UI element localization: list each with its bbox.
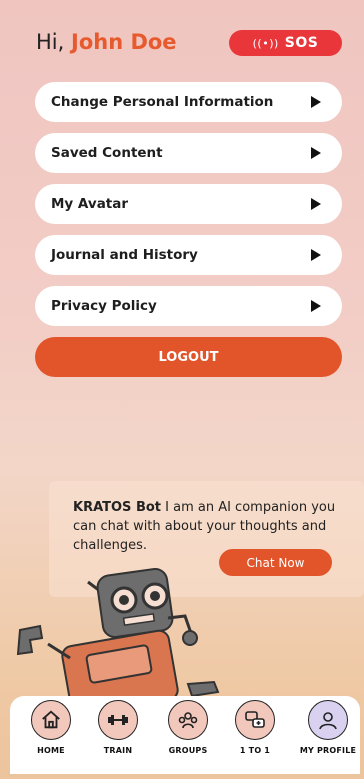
menu-item-my-avatar[interactable]: My Avatar bbox=[35, 184, 342, 224]
broadcast-icon: ((•)) bbox=[252, 36, 279, 50]
play-arrow-icon bbox=[311, 147, 321, 159]
menu-item-label: Change Personal Information bbox=[51, 94, 274, 110]
greeting-text: Hi, bbox=[36, 30, 65, 54]
nav-label: HOME bbox=[37, 746, 65, 755]
profile-screen: Hi, John Doe ((•)) SOS Change Personal I… bbox=[0, 0, 364, 779]
menu-item-label: My Avatar bbox=[51, 196, 129, 212]
chat-bubbles-icon bbox=[235, 700, 275, 740]
robot-illustration bbox=[16, 567, 220, 700]
profile-icon bbox=[308, 700, 348, 740]
bot-name: KRATOS Bot bbox=[73, 500, 161, 515]
sos-button[interactable]: ((•)) SOS bbox=[229, 30, 342, 56]
nav-home[interactable]: HOME bbox=[21, 700, 81, 755]
group-icon bbox=[168, 700, 208, 740]
nav-1to1[interactable]: 1 TO 1 bbox=[225, 700, 285, 755]
menu-item-journal-and-history[interactable]: Journal and History bbox=[35, 235, 342, 275]
sos-label: SOS bbox=[284, 35, 319, 51]
menu-item-change-personal-information[interactable]: Change Personal Information bbox=[35, 82, 342, 122]
menu-item-label: Privacy Policy bbox=[51, 298, 157, 314]
menu-item-privacy-policy[interactable]: Privacy Policy bbox=[35, 286, 342, 326]
greeting: Hi, John Doe bbox=[36, 30, 177, 54]
home-icon bbox=[31, 700, 71, 740]
play-arrow-icon bbox=[311, 249, 321, 261]
nav-label: 1 TO 1 bbox=[239, 746, 271, 755]
menu-item-saved-content[interactable]: Saved Content bbox=[35, 133, 342, 173]
menu-item-label: Saved Content bbox=[51, 145, 163, 161]
nav-my-profile[interactable]: MY PROFILE bbox=[298, 700, 358, 755]
nav-label: TRAIN bbox=[103, 746, 133, 755]
nav-train[interactable]: TRAIN bbox=[88, 700, 148, 755]
nav-label: GROUPS bbox=[168, 746, 208, 755]
logout-button[interactable]: LOGOUT bbox=[35, 337, 342, 377]
dumbbell-icon bbox=[98, 700, 138, 740]
nav-label: MY PROFILE bbox=[299, 746, 357, 755]
user-name: John Doe bbox=[71, 30, 177, 54]
play-arrow-icon bbox=[311, 198, 321, 210]
play-arrow-icon bbox=[311, 300, 321, 312]
menu-item-label: Journal and History bbox=[51, 247, 198, 263]
play-arrow-icon bbox=[311, 96, 321, 108]
nav-groups[interactable]: GROUPS bbox=[158, 700, 218, 755]
bot-intro: KRATOS Bot I am an AI companion you can … bbox=[73, 498, 345, 555]
